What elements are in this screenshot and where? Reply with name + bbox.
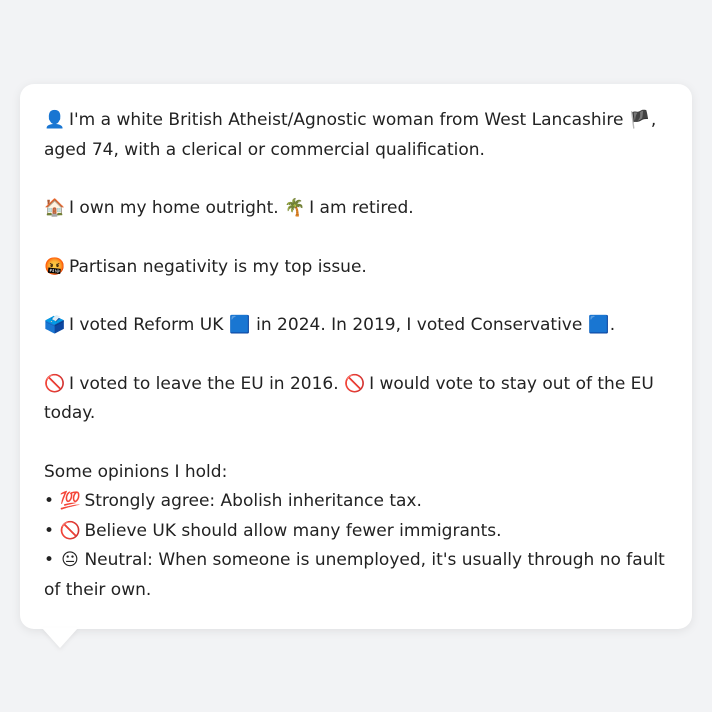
prohibited-icon: 🚫: [59, 520, 81, 541]
opinions-section: Some opinions I hold: • 💯 Strongly agree:…: [44, 458, 668, 606]
home-text: I own my home outright.: [69, 198, 279, 218]
bullet: •: [44, 550, 55, 570]
blue-square-icon: 🟦: [229, 315, 251, 335]
hundred-points-icon: 💯: [59, 491, 81, 511]
england-flag-icon: 🏴: [629, 110, 651, 130]
retired-text: I am retired.: [309, 198, 414, 218]
prohibited-icon-2: 🚫: [344, 373, 366, 394]
list-item: • 💯 Strongly agree: Abolish inheritance t…: [44, 487, 668, 517]
palm-tree-icon: 🌴: [284, 198, 306, 218]
list-item: • 😐 Neutral: When someone is unemployed, …: [44, 546, 668, 605]
opinions-list: • 💯 Strongly agree: Abolish inheritance t…: [44, 487, 668, 605]
issue-text: Partisan negativity is my top issue.: [69, 256, 367, 277]
speech-bubble-tail: [42, 628, 78, 648]
vote-text: I voted Reform UK: [69, 315, 224, 335]
person-icon: 👤: [44, 110, 66, 130]
eu-paragraph: 🚫 I voted to leave the EU in 2016. 🚫 I wou…: [44, 370, 668, 429]
intro-text: I'm a white British Atheist/Agnostic wom…: [69, 110, 624, 130]
opinion-text: Believe UK should allow many fewer immig…: [84, 520, 502, 541]
ballot-box-icon: 🗳️: [44, 315, 66, 335]
eu-text: I voted to leave the EU in 2016.: [69, 373, 339, 394]
profile-card: 👤 I'm a white British Atheist/Agnostic wo…: [20, 84, 692, 629]
list-item: • 🚫 Believe UK should allow many fewer im…: [44, 517, 668, 547]
prohibited-icon: 🚫: [44, 373, 66, 394]
intro-paragraph: 👤 I'm a white British Atheist/Agnostic wo…: [44, 106, 668, 165]
bullet: •: [44, 520, 55, 541]
opinions-heading: Some opinions I hold:: [44, 461, 228, 482]
issue-paragraph: 🤬 Partisan negativity is my top issue.: [44, 253, 668, 283]
house-icon: 🏠: [44, 198, 66, 218]
opinion-text: Strongly agree: Abolish inheritance tax.: [84, 491, 422, 511]
vote-text-3: .: [609, 315, 616, 335]
blue-square-icon-2: 🟦: [588, 315, 610, 335]
vote-paragraph: 🗳️ I voted Reform UK 🟦 in 2024. In 2019, …: [44, 311, 668, 341]
opinion-text: Neutral: When someone is unemployed, it'…: [44, 550, 665, 600]
bullet: •: [44, 491, 55, 511]
angry-face-icon: 🤬: [44, 256, 66, 277]
home-paragraph: 🏠 I own my home outright. 🌴 I am retired.: [44, 194, 668, 224]
neutral-face-icon: 😐: [61, 550, 79, 570]
vote-text-2: in 2024. In 2019, I voted Conservative: [256, 315, 583, 335]
